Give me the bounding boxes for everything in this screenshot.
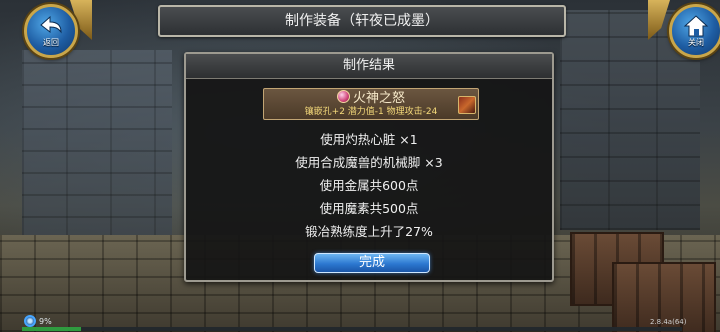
dialog-header: 制作结果 [186,54,552,79]
weapon-icon [458,96,476,114]
craft-result-dialog: 制作结果 火神之怒 镶嵌孔+2 潜力值-1 物理攻击-24 使用灼热心脏 ×1 … [184,52,554,282]
stone-wall-left [22,50,172,240]
game-screen: 返回 关闭 制作装备（轩夜已成墨） 制作结果 火神之怒 镶嵌孔+2 潜力值-1 … [0,0,720,332]
result-line: 使用金属共600点 [319,178,419,193]
loading-percent: 9% [39,317,52,326]
back-arrow-icon [40,15,62,34]
confirm-button[interactable]: 完成 [314,253,430,273]
item-name-row: 火神之怒 [264,90,478,106]
result-list: 使用灼热心脏 ×1 使用合成魔兽的机械脚 ×3 使用金属共600点 使用魔素共5… [186,128,552,243]
crafted-item-card[interactable]: 火神之怒 镶嵌孔+2 潜力值-1 物理攻击-24 [263,88,479,120]
result-line: 锻冶熟练度上升了27% [305,224,433,239]
loading-ring-icon [24,315,36,327]
result-line: 使用合成魔兽的机械脚 ×3 [295,155,443,170]
close-button-label: 关闭 [688,38,704,47]
version-label: 2.8.4a(64) [650,318,687,326]
item-name: 火神之怒 [352,91,405,106]
home-icon [683,15,709,37]
back-button-label: 返回 [43,38,59,47]
close-button[interactable]: 关闭 [669,4,720,58]
window-title: 制作装备（轩夜已成墨） [158,5,566,37]
result-line: 使用灼热心脏 ×1 [320,132,418,147]
result-line: 使用魔素共500点 [319,201,419,216]
gem-icon [336,90,350,103]
progress-fill [22,327,82,331]
progress-bar [22,327,682,331]
item-stats: 镶嵌孔+2 潜力值-1 物理攻击-24 [304,107,438,117]
back-button[interactable]: 返回 [24,4,78,58]
